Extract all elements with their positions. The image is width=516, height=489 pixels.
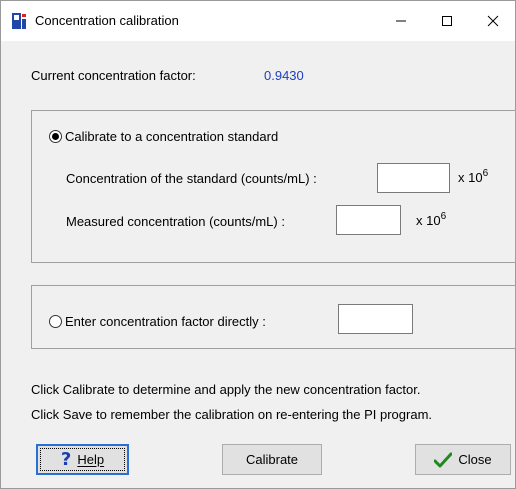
close-window-button[interactable] (470, 1, 516, 41)
standard-unit-exponent: 6 (482, 168, 489, 179)
measured-concentration-label: Measured concentration (counts/mL) : (66, 214, 285, 229)
standard-concentration-label: Concentration of the standard (counts/mL… (66, 171, 317, 186)
calibrate-button[interactable]: Calibrate (222, 444, 322, 475)
enter-factor-label[interactable]: Enter concentration factor directly : (65, 314, 266, 329)
measured-unit: x 106 (416, 211, 446, 228)
pi-app-icon (12, 13, 26, 29)
close-button[interactable]: Close (415, 444, 511, 475)
standard-concentration-input[interactable] (377, 163, 450, 193)
green-checkmark-icon (434, 452, 453, 467)
close-button-label: Close (458, 452, 492, 467)
title-bar[interactable]: Concentration calibration (1, 1, 515, 41)
minimize-icon (396, 20, 406, 22)
help-button[interactable]: ? Help (36, 444, 129, 475)
close-icon (487, 15, 499, 27)
calibrate-button-label: Calibrate (245, 452, 299, 467)
calibrate-standard-radio[interactable] (49, 130, 62, 143)
current-factor-value: 0.9430 (264, 68, 304, 83)
concentration-factor-input[interactable] (338, 304, 413, 334)
standard-unit-base: x 10 (458, 170, 483, 185)
window-title: Concentration calibration (35, 13, 179, 28)
current-factor-label: Current concentration factor: (31, 68, 196, 83)
instruction-save: Click Save to remember the calibration o… (31, 407, 433, 422)
standard-unit: x 106 (458, 168, 488, 185)
minimize-button[interactable] (378, 1, 424, 41)
measured-unit-exponent: 6 (440, 211, 447, 222)
maximize-button[interactable] (424, 1, 470, 41)
focus-rectangle (40, 448, 125, 471)
dialog-window: Concentration calibration Current concen… (0, 0, 516, 489)
enter-factor-radio[interactable] (49, 315, 62, 328)
calibrate-standard-label[interactable]: Calibrate to a concentration standard (65, 129, 278, 144)
measured-unit-base: x 10 (416, 213, 441, 228)
instruction-calibrate: Click Calibrate to determine and apply t… (31, 382, 421, 397)
maximize-icon (442, 16, 452, 26)
measured-concentration-input[interactable] (336, 205, 401, 235)
